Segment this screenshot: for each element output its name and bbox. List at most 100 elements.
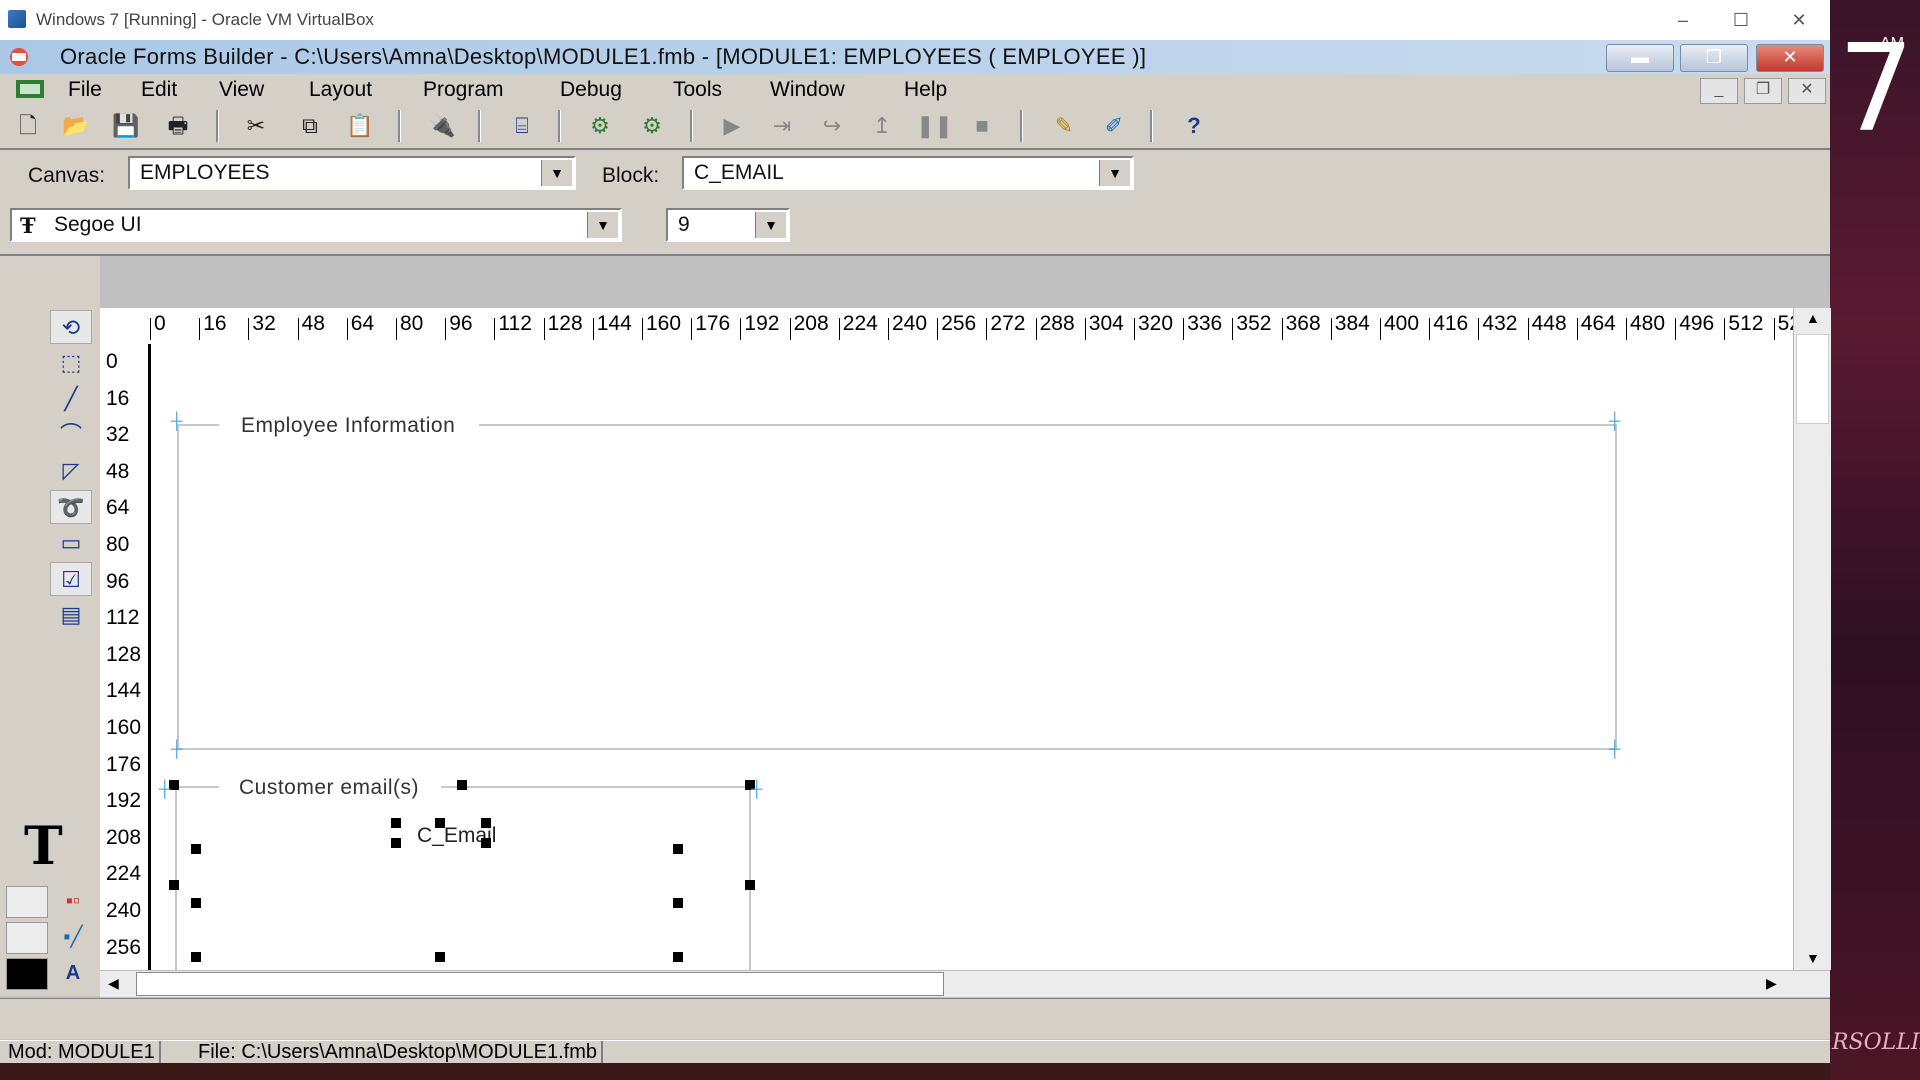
text-color-icon[interactable]: A — [56, 958, 90, 988]
forms-builder-title: Oracle Forms Builder - C:\Users\Amna\Des… — [60, 44, 1147, 69]
app-restore-button[interactable]: ❐ — [1680, 44, 1748, 72]
block-select[interactable]: C_EMAIL ▼ — [682, 156, 1134, 190]
menu-layout[interactable]: Layout — [309, 78, 372, 102]
print-icon[interactable]: 🖶 — [162, 111, 194, 141]
checkbox-tool-icon[interactable]: ☑ — [50, 562, 92, 596]
new-file-icon[interactable]: 🗋 — [12, 111, 44, 141]
selection-handle[interactable] — [745, 880, 755, 890]
debug-form-icon[interactable]: ⚙ — [636, 111, 668, 141]
selection-handle[interactable] — [673, 952, 683, 962]
polygon-tool-icon[interactable]: ◸ — [50, 454, 92, 488]
ruler-tick-label: 304 — [1088, 312, 1124, 335]
chevron-down-icon[interactable]: ▼ — [587, 212, 618, 238]
selection-handle[interactable] — [391, 818, 401, 828]
desktop-strip — [0, 1062, 1830, 1080]
selection-handle[interactable] — [673, 898, 683, 908]
rotate-tool-icon[interactable]: ⟲ — [50, 310, 92, 344]
selection-handle[interactable] — [169, 780, 179, 790]
chevron-down-icon[interactable]: ▼ — [1099, 160, 1130, 186]
cut-icon[interactable]: ✂ — [240, 111, 272, 141]
app-minimize-button[interactable]: ▬ — [1606, 44, 1674, 72]
connect-icon[interactable]: 🔌 — [426, 111, 458, 141]
save-icon[interactable]: 💾 — [110, 111, 142, 141]
vertical-scrollbar[interactable]: ▲ ▼ — [1793, 308, 1831, 970]
scroll-down-icon[interactable]: ▼ — [1806, 950, 1820, 966]
chevron-down-icon[interactable]: ▼ — [541, 160, 572, 186]
scroll-left-icon[interactable]: ◀ — [108, 975, 119, 992]
menu-program[interactable]: Program — [423, 78, 504, 102]
selection-handle[interactable] — [391, 838, 401, 848]
fill-color-icon[interactable]: ▪▫ — [56, 886, 90, 916]
layout-canvas[interactable]: Employee Information ┼ ┼ ┼ ┼ Customer em… — [151, 344, 1793, 970]
ruler-tick — [1084, 318, 1086, 340]
selection-handle[interactable] — [191, 898, 201, 908]
scroll-right-icon[interactable]: ▶ — [1766, 975, 1777, 992]
menu-debug[interactable]: Debug — [560, 78, 622, 102]
line-color-swatch[interactable] — [6, 922, 48, 954]
vertical-scroll-thumb[interactable] — [1796, 334, 1829, 424]
menu-help[interactable]: Help — [904, 78, 947, 102]
vbox-minimize-button[interactable]: – — [1660, 6, 1706, 34]
scroll-up-icon[interactable]: ▲ — [1806, 310, 1820, 326]
selection-handle[interactable] — [169, 880, 179, 890]
ruler-tick — [691, 318, 693, 340]
canvas-select[interactable]: EMPLOYEES ▼ — [128, 156, 576, 190]
data-block-wizard-icon[interactable]: ✎ — [1048, 111, 1080, 141]
frame-tool-icon[interactable]: ▭ — [50, 526, 92, 560]
layout-wizard-icon[interactable]: ✐ — [1098, 111, 1130, 141]
document-system-menu-icon[interactable] — [14, 78, 52, 100]
ruler-tick-label: 128 — [106, 642, 142, 666]
text-color-swatch[interactable] — [6, 958, 48, 990]
text-tool-icon[interactable]: T — [24, 816, 63, 877]
compile-icon[interactable]: ⌸ — [506, 111, 538, 141]
menu-view[interactable]: View — [219, 78, 264, 102]
ruler-tick — [494, 318, 496, 340]
customer-email-frame[interactable] — [175, 786, 751, 970]
menu-edit[interactable]: Edit — [141, 78, 177, 102]
font-size-select[interactable]: 9 ▼ — [666, 208, 790, 242]
selection-handle[interactable] — [435, 952, 445, 962]
open-folder-icon[interactable]: 📂 — [60, 111, 92, 141]
paste-icon[interactable]: 📋 — [344, 111, 376, 141]
horizontal-scroll-thumb[interactable] — [136, 972, 944, 996]
selection-handle[interactable] — [435, 818, 445, 828]
chevron-down-icon[interactable]: ▼ — [755, 212, 786, 238]
employee-information-frame[interactable] — [177, 424, 1617, 750]
selection-handle[interactable] — [191, 952, 201, 962]
vbox-maximize-button[interactable]: ☐ — [1718, 6, 1764, 34]
line-tool-icon[interactable]: ╱ — [50, 382, 92, 416]
mdi-minimize-button[interactable]: _ — [1700, 78, 1738, 104]
freehand-tool-icon[interactable]: ➰ — [50, 490, 92, 524]
toolbar-separator — [1150, 110, 1153, 142]
employee-information-frame-title: Employee Information — [219, 414, 480, 438]
help-icon[interactable]: ? — [1178, 111, 1210, 141]
desktop-wallpaper — [1830, 0, 1920, 1080]
ruler-tick — [297, 318, 299, 340]
horizontal-scrollbar[interactable]: ◀ ▶ — [100, 970, 1830, 997]
selection-handle[interactable] — [481, 818, 491, 828]
mdi-restore-button[interactable]: ❐ — [1744, 78, 1782, 104]
selection-handle[interactable] — [481, 838, 491, 848]
menu-file[interactable]: File — [68, 78, 102, 102]
ruler-tick-label: 0 — [154, 312, 166, 335]
font-name-select[interactable]: Ŧ Segoe UI ▼ — [10, 208, 622, 242]
forms-builder-titlebar: Oracle Forms Builder - C:\Users\Amna\Des… — [0, 40, 1830, 74]
message-area — [0, 998, 1830, 1039]
menu-tools[interactable]: Tools — [673, 78, 722, 102]
app-close-button[interactable]: ✕ — [1756, 44, 1824, 72]
menu-window[interactable]: Window — [770, 78, 845, 102]
frame-corner-marker: ┼ — [1609, 741, 1621, 758]
arc-tool-icon[interactable]: ⌒ — [50, 418, 92, 452]
copy-icon[interactable]: ⧉ — [294, 111, 326, 141]
reshape-tool-icon[interactable]: ⬚ — [50, 346, 92, 380]
line-color-icon[interactable]: ▪╱ — [56, 922, 90, 952]
vbox-close-button[interactable]: ✕ — [1776, 6, 1822, 34]
selection-handle[interactable] — [191, 844, 201, 854]
text-item-tool-icon[interactable]: ▤ — [50, 598, 92, 632]
fill-color-swatch[interactable] — [6, 886, 48, 918]
selection-handle[interactable] — [457, 780, 467, 790]
ruler-tick — [642, 318, 643, 340]
mdi-close-button[interactable]: ✕ — [1788, 78, 1826, 104]
run-form-icon[interactable]: ⚙ — [584, 111, 616, 141]
selection-handle[interactable] — [673, 844, 683, 854]
